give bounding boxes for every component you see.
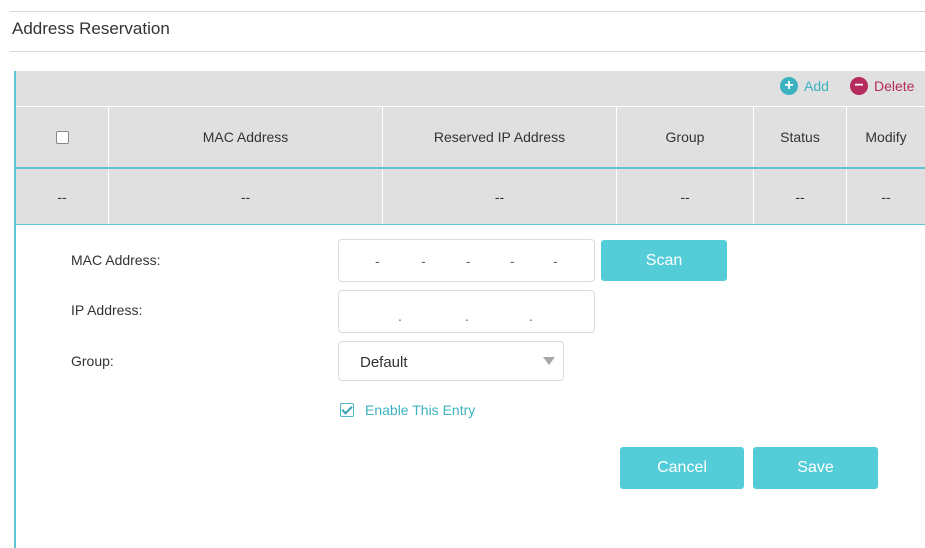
select-all-checkbox[interactable] <box>55 130 69 144</box>
column-header-status[interactable]: Status <box>754 107 847 167</box>
scan-button[interactable]: Scan <box>601 240 727 281</box>
table-header-row: MAC Address Reserved IP Address Group St… <box>16 106 925 167</box>
row-group-cell: -- <box>617 169 754 224</box>
mac-address-input[interactable]: - - - - - <box>338 239 595 282</box>
row-status-cell: -- <box>754 169 847 224</box>
plus-circle-icon: + <box>780 77 798 95</box>
add-label: Add <box>804 78 829 94</box>
table-row[interactable]: -- -- -- -- -- -- <box>16 167 925 225</box>
column-header-mac[interactable]: MAC Address <box>109 107 383 167</box>
save-button[interactable]: Save <box>753 447 878 489</box>
title-divider <box>10 51 925 52</box>
page-title: Address Reservation <box>12 19 170 38</box>
ip-address-label: IP Address: <box>71 302 143 318</box>
row-mac-cell: -- <box>109 169 383 224</box>
enable-entry-checkbox[interactable] <box>340 403 354 417</box>
column-header-reserved-ip[interactable]: Reserved IP Address <box>383 107 617 167</box>
column-header-group[interactable]: Group <box>617 107 754 167</box>
ip-separator: . <box>465 308 469 324</box>
triangle-down-icon <box>543 357 555 365</box>
row-select-cell: -- <box>16 169 109 224</box>
ip-address-input[interactable]: . . . <box>338 290 595 333</box>
row-ip-cell: -- <box>383 169 617 224</box>
enable-entry-label: Enable This Entry <box>365 402 476 418</box>
mac-separator: - <box>510 253 515 269</box>
row-modify-cell: -- <box>881 188 891 205</box>
column-header-modify[interactable]: Modify <box>847 107 925 167</box>
mac-separator: - <box>466 253 471 269</box>
delete-button[interactable]: − Delete <box>850 77 914 95</box>
header-select-all-cell <box>16 107 109 167</box>
add-button[interactable]: + Add <box>780 77 829 95</box>
mac-separator: - <box>553 253 558 269</box>
mac-separator: - <box>375 253 380 269</box>
minus-circle-icon: − <box>850 77 868 95</box>
group-select-value: Default <box>360 354 408 371</box>
top-divider <box>10 11 925 12</box>
ip-separator: . <box>529 308 533 324</box>
group-label: Group: <box>71 353 114 369</box>
cancel-button[interactable]: Cancel <box>620 447 744 489</box>
mac-address-label: MAC Address: <box>71 252 161 268</box>
enable-entry-toggle[interactable]: Enable This Entry <box>340 402 475 418</box>
table-toolbar: + Add − Delete <box>16 71 925 106</box>
ip-separator: . <box>398 308 402 324</box>
mac-separator: - <box>421 253 426 269</box>
group-select[interactable]: Default <box>338 341 564 381</box>
delete-label: Delete <box>874 78 915 94</box>
